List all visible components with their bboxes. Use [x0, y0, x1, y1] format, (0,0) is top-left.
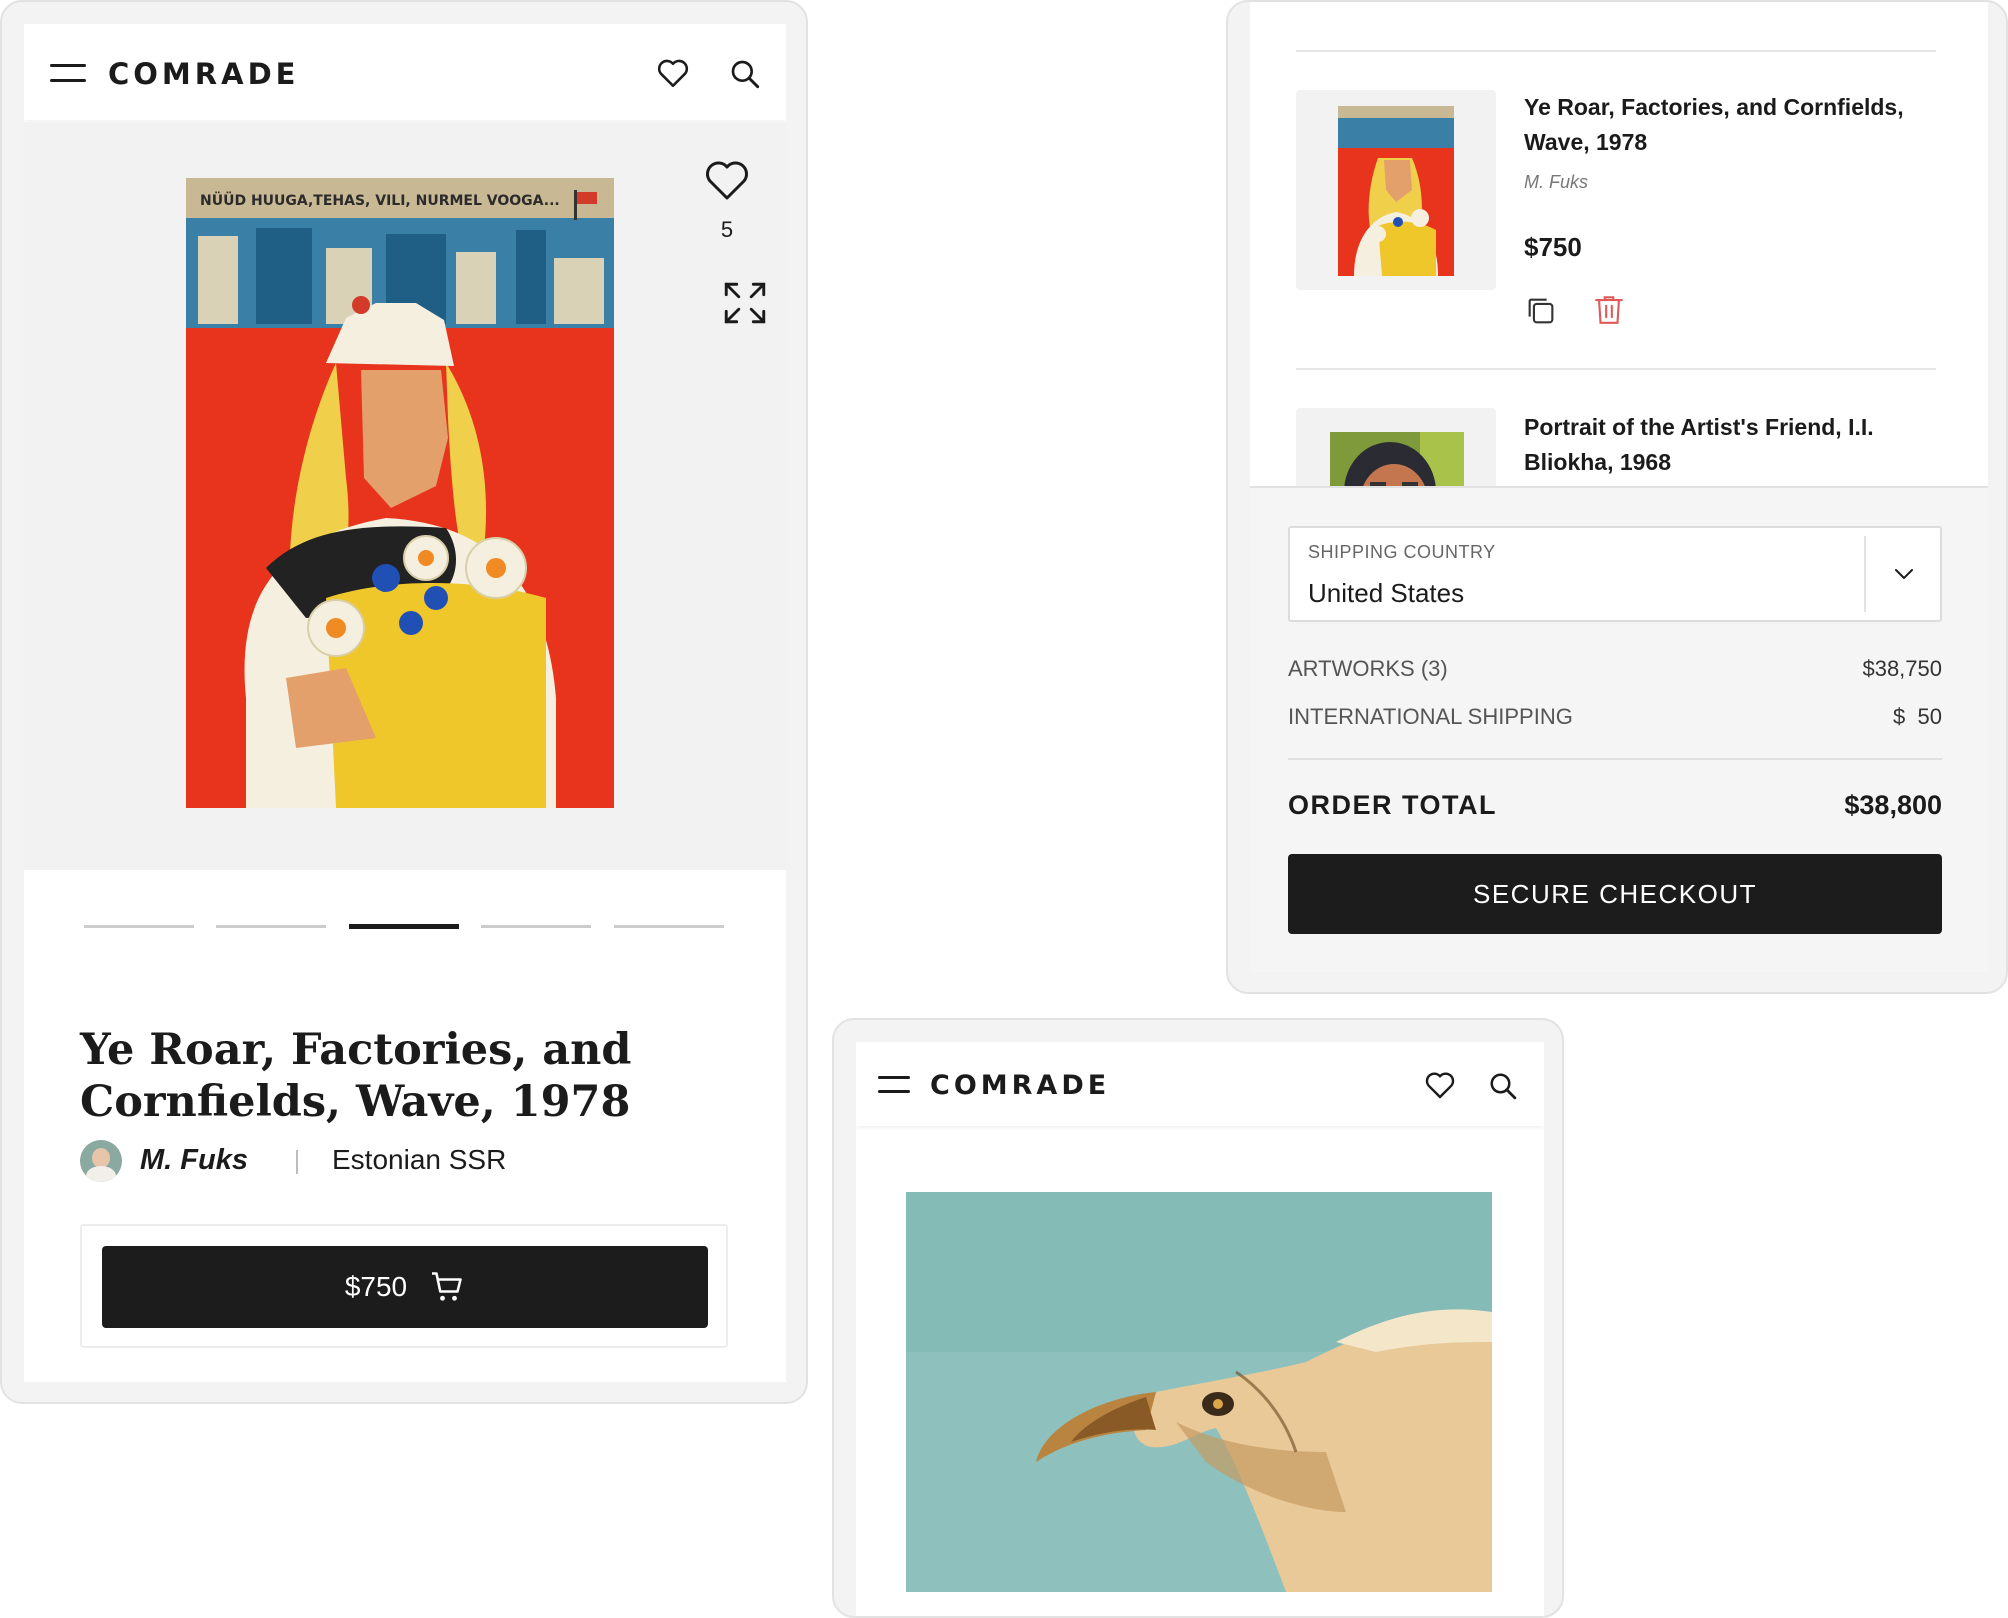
heart-icon[interactable] [656, 57, 690, 89]
shipping-country-select[interactable]: SHIPPING COUNTRY United States [1288, 526, 1942, 622]
menu-icon[interactable] [50, 64, 86, 82]
divider [1296, 50, 1936, 52]
product-device-frame: COMRADE NÜÜD HUUGA,TEHAS, VILI, NURMEL V… [0, 0, 808, 1404]
shipping-currency: $ [1893, 704, 1906, 729]
order-summary-panel: SHIPPING COUNTRY United States ARTWORKS … [1250, 486, 1988, 972]
vulture-artwork-image[interactable] [906, 1192, 1492, 1592]
shipping-country-value: United States [1308, 578, 1465, 608]
cart-item-artist: M. Fuks [1524, 172, 1589, 192]
artwork-gallery: NÜÜD HUUGA,TEHAS, VILI, NURMEL VOOGA... [24, 122, 786, 870]
buy-box: $750 [80, 1224, 728, 1348]
cart-item-thumbnail[interactable] [1296, 408, 1496, 488]
avatar[interactable] [80, 1140, 122, 1182]
product-header: COMRADE [24, 24, 786, 120]
artworks-label: ARTWORKS (3) [1288, 656, 1448, 681]
carousel-dot[interactable] [216, 925, 326, 928]
like-button[interactable]: 5 [702, 158, 752, 243]
poster-image[interactable]: NÜÜD HUUGA,TEHAS, VILI, NURMEL VOOGA... [186, 178, 614, 808]
price-label: $750 [344, 1271, 408, 1302]
divider [1288, 758, 1942, 760]
cart-screen: Ye Roar, Factories, and Cornfields, Wave… [1250, 2, 1988, 972]
menu-icon[interactable] [878, 1076, 910, 1093]
poster-thumbnail [1338, 106, 1454, 276]
brand-logo[interactable]: COMRADE [108, 57, 299, 91]
secure-checkout-button[interactable]: SECURE CHECKOUT [1288, 854, 1942, 934]
cart-item: Ye Roar, Factories, and Cornfields, Wave… [1296, 90, 1936, 370]
cart-item-title[interactable]: Portrait of the Artist's Friend, I.I. Bl… [1524, 410, 1924, 480]
portrait-thumbnail [1330, 432, 1464, 488]
artist-name[interactable]: M. Fuks [140, 1144, 248, 1177]
artwork-title: Ye Roar, Factories, and Cornfields, Wave… [80, 1025, 632, 1127]
shipping-value: $ 50 [1893, 704, 1942, 730]
divider [1296, 368, 1936, 370]
cart-icon [432, 1272, 462, 1301]
cart-item-title[interactable]: Ye Roar, Factories, and Cornfields, Wave… [1524, 90, 1924, 160]
trash-icon[interactable] [1592, 292, 1626, 328]
cart-item-price: $750 [1524, 232, 1582, 262]
carousel-dot[interactable] [614, 925, 724, 928]
select-divider [1864, 536, 1866, 612]
duplicate-icon[interactable] [1524, 294, 1558, 328]
cart-item: Portrait of the Artist's Friend, I.I. Bl… [1296, 408, 1936, 488]
carousel-dot-active[interactable] [349, 924, 459, 929]
search-icon[interactable] [729, 58, 761, 90]
search-icon[interactable] [1488, 1071, 1518, 1101]
heart-icon[interactable] [1424, 1070, 1456, 1100]
carousel-dot[interactable] [84, 925, 194, 928]
cart-device-frame: Ye Roar, Factories, and Cornfields, Wave… [1226, 0, 2008, 994]
product-screen: COMRADE NÜÜD HUUGA,TEHAS, VILI, NURMEL V… [24, 24, 786, 1382]
chevron-down-icon [1895, 569, 1913, 579]
heart-outline-icon [706, 161, 748, 200]
carousel-dot[interactable] [481, 925, 591, 928]
shipping-label: INTERNATIONAL SHIPPING [1288, 704, 1573, 729]
order-total-label: ORDER TOTAL [1288, 790, 1497, 820]
like-count: 5 [720, 217, 734, 242]
separator [296, 1150, 298, 1174]
expand-icon[interactable] [720, 278, 770, 328]
browse-header: COMRADE [856, 1042, 1544, 1126]
checkout-label: SECURE CHECKOUT [1473, 878, 1757, 909]
browse-device-frame: COMRADE [832, 1018, 1564, 1618]
poster-caption: NÜÜD HUUGA,TEHAS, VILI, NURMEL VOOGA... [200, 191, 560, 209]
carousel-indicator [84, 924, 724, 930]
artist-row: M. Fuks Estonian SSR [80, 1140, 720, 1184]
artist-origin: Estonian SSR [332, 1144, 507, 1175]
artworks-value: $38,750 [1862, 656, 1942, 681]
shipping-country-label: SHIPPING COUNTRY [1308, 542, 1496, 562]
cart-item-thumbnail[interactable] [1296, 90, 1496, 290]
shipping-amount: 50 [1917, 704, 1942, 729]
browse-screen: COMRADE [856, 1042, 1544, 1616]
brand-logo[interactable]: COMRADE [930, 1070, 1110, 1101]
add-to-cart-button[interactable]: $750 [102, 1246, 708, 1328]
order-total-value: $38,800 [1844, 790, 1942, 820]
